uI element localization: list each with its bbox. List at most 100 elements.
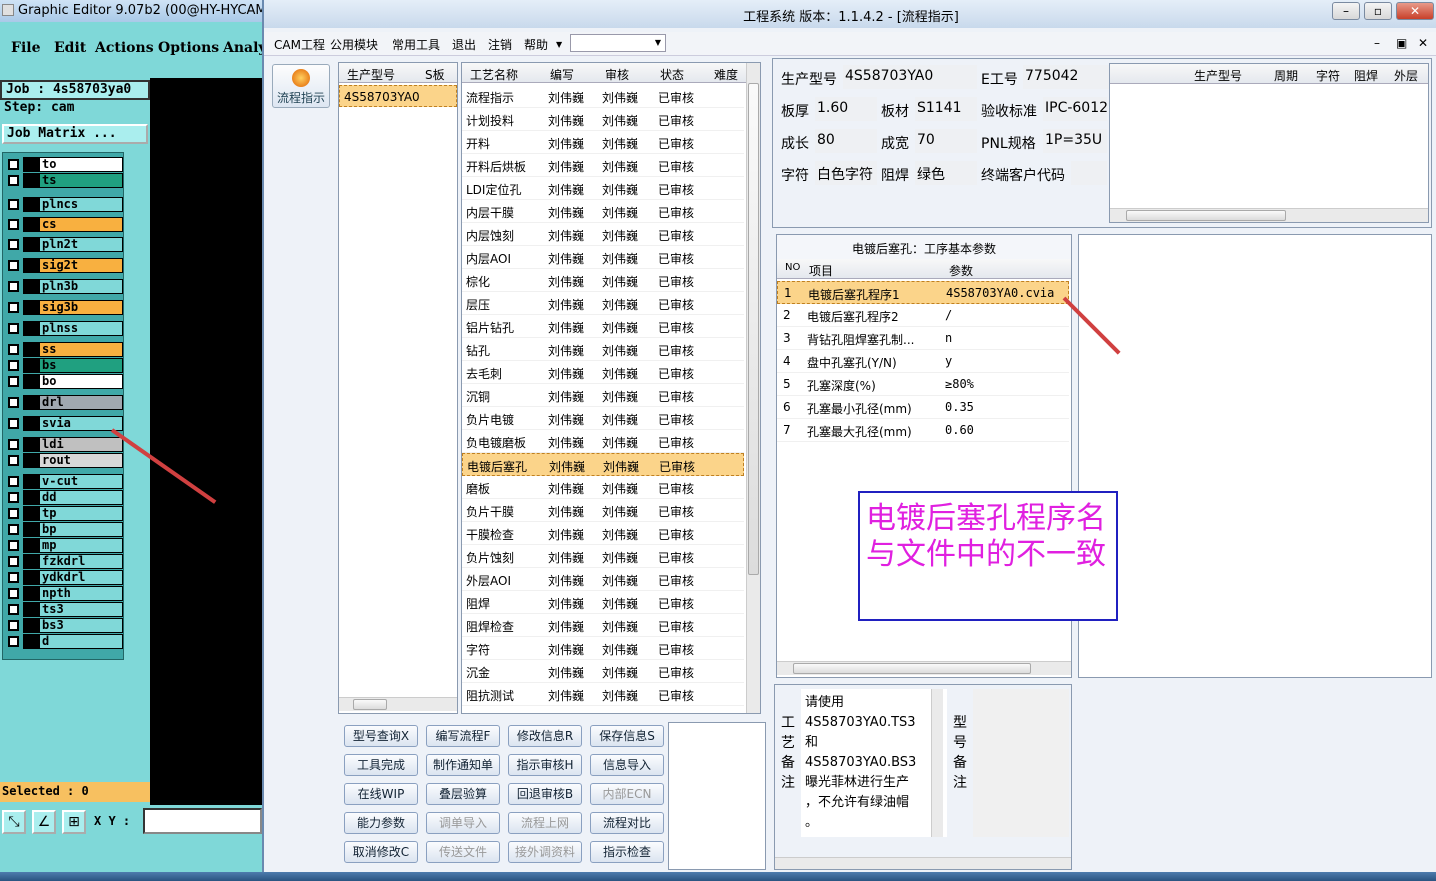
layer-row-cs[interactable]: cs <box>5 217 123 232</box>
layer-row-tp[interactable]: tp <box>5 506 123 521</box>
craft-remark-text[interactable]: 请使用 4S58703YA0.TS3 和 4S58703YA0.BS3 曝光菲林进行生产… <box>801 689 947 837</box>
layer-row-dd[interactable]: dd <box>5 490 123 505</box>
col-status[interactable]: 状态 <box>660 66 684 83</box>
layer-name[interactable]: d <box>39 634 123 649</box>
menu-common-modules[interactable]: 公用模块 <box>330 36 378 53</box>
layer-checkbox[interactable] <box>8 219 19 230</box>
layer-name[interactable]: sig3b <box>39 300 123 315</box>
process-row[interactable]: 沉金 刘伟巍 刘伟巍 已审核 <box>462 660 744 683</box>
action-button[interactable]: 修改信息R <box>508 725 582 747</box>
layer-row-svia[interactable]: svia <box>5 416 123 431</box>
process-row[interactable]: 去毛刺 刘伟巍 刘伟巍 已审核 <box>462 361 744 384</box>
thickness-value[interactable]: 1.60 <box>815 97 877 121</box>
action-button[interactable]: 指示检查 <box>590 841 664 863</box>
layer-name[interactable]: svia <box>39 416 123 431</box>
action-button[interactable]: 内部ECN <box>590 783 664 805</box>
layer-checkbox[interactable] <box>8 604 19 615</box>
layer-checkbox[interactable] <box>8 302 19 313</box>
measure-icon[interactable]: ∠ <box>32 810 56 834</box>
standard-value[interactable]: IPC-6012 <box>1043 97 1107 121</box>
layer-row-sig3b[interactable]: sig3b <box>5 300 123 315</box>
layer-checkbox[interactable] <box>8 492 19 503</box>
col-period[interactable]: 周期 <box>1274 67 1298 84</box>
param-row[interactable]: 5 孔塞深度(%) ≥80% <box>777 373 1069 396</box>
layer-checkbox[interactable] <box>8 508 19 519</box>
layer-name[interactable]: ldi <box>39 437 123 452</box>
layer-name[interactable]: ts <box>39 173 123 188</box>
process-vscroll[interactable] <box>746 63 760 713</box>
layer-row-bs[interactable]: bs <box>5 358 123 373</box>
layer-name[interactable]: pln3b <box>39 279 123 294</box>
layer-row-ydkdrl[interactable]: ydkdrl <box>5 570 123 585</box>
mask-value[interactable]: 绿色 <box>915 161 977 185</box>
layer-checkbox[interactable] <box>8 397 19 408</box>
chevron-down-icon[interactable]: ▼ <box>556 40 562 49</box>
menu-help[interactable]: 帮助 <box>524 36 548 53</box>
layer-name[interactable]: drl <box>39 395 123 410</box>
layer-name[interactable]: pln2t <box>39 237 123 252</box>
layer-name[interactable]: plnss <box>39 321 123 336</box>
param-row[interactable]: 6 孔塞最小孔径(mm) 0.35 <box>777 396 1069 419</box>
layer-name[interactable]: sig2t <box>39 258 123 273</box>
layer-name[interactable]: ydkdrl <box>39 570 123 585</box>
col-difficulty[interactable]: 难度 <box>714 66 738 83</box>
layer-checkbox[interactable] <box>8 360 19 371</box>
layer-name[interactable]: tp <box>39 506 123 521</box>
menu-options[interactable]: Options <box>158 40 219 56</box>
prod-model-value[interactable]: 4S58703YA0 <box>843 65 977 89</box>
col-process-name[interactable]: 工艺名称 <box>470 66 518 83</box>
process-row[interactable]: 内层AOI 刘伟巍 刘伟巍 已审核 <box>462 246 744 269</box>
action-button[interactable]: 指示审核H <box>508 754 582 776</box>
action-button[interactable]: 接外调资料 <box>508 841 582 863</box>
layer-row-to[interactable]: to <box>5 157 123 172</box>
layer-checkbox[interactable] <box>8 455 19 466</box>
process-row[interactable]: 内层蚀刻 刘伟巍 刘伟巍 已审核 <box>462 223 744 246</box>
col-model[interactable]: 生产型号 <box>1194 67 1242 84</box>
col-param[interactable]: 参数 <box>949 262 973 279</box>
action-button[interactable]: 能力参数 <box>344 812 418 834</box>
toolbar-combo[interactable]: ▼ <box>570 34 666 52</box>
layer-checkbox[interactable] <box>8 540 19 551</box>
layer-checkbox[interactable] <box>8 620 19 631</box>
layer-row-ldi[interactable]: ldi <box>5 437 123 452</box>
process-row[interactable]: 外层AOI 刘伟巍 刘伟巍 已审核 <box>462 568 744 591</box>
xy-input[interactable] <box>143 808 262 834</box>
layer-checkbox[interactable] <box>8 439 19 450</box>
process-row[interactable]: 层压 刘伟巍 刘伟巍 已审核 <box>462 292 744 315</box>
layer-name[interactable]: bs3 <box>39 618 123 633</box>
layer-row-ts3[interactable]: ts3 <box>5 602 123 617</box>
process-row[interactable]: 铝片钻孔 刘伟巍 刘伟巍 已审核 <box>462 315 744 338</box>
process-row[interactable]: 字符 刘伟巍 刘伟巍 已审核 <box>462 637 744 660</box>
width-value[interactable]: 70 <box>915 129 977 153</box>
col-char[interactable]: 字符 <box>1316 67 1340 84</box>
layer-row-ts[interactable]: ts <box>5 173 123 188</box>
layer-name[interactable]: mp <box>39 538 123 553</box>
layer-name[interactable]: ss <box>39 342 123 357</box>
menu-edit[interactable]: Edit <box>54 40 86 56</box>
menu-file[interactable]: File <box>11 40 40 56</box>
col-outer[interactable]: 外层 <box>1394 67 1418 84</box>
param-row[interactable]: 3 背钻孔阻焊塞孔制... n <box>777 327 1069 350</box>
layer-checkbox[interactable] <box>8 524 19 535</box>
menu-logout[interactable]: 注销 <box>488 36 512 53</box>
param-row[interactable]: 7 孔塞最大孔径(mm) 0.60 <box>777 419 1069 442</box>
pnl-value[interactable]: 1P=35U <box>1043 129 1107 153</box>
layer-row-bp[interactable]: bp <box>5 522 123 537</box>
minimize-icon[interactable]: – <box>1332 2 1360 20</box>
material-value[interactable]: S1141 <box>915 97 977 121</box>
param-row[interactable]: 4 盘中孔塞孔(Y/N) y <box>777 350 1069 373</box>
col-s-board[interactable]: S板 <box>425 66 445 83</box>
remarks-hscroll[interactable] <box>775 857 1071 869</box>
action-button[interactable]: 流程对比 <box>590 812 664 834</box>
action-button[interactable]: 取消修改C <box>344 841 418 863</box>
layer-row-pln3b[interactable]: pln3b <box>5 279 123 294</box>
job-matrix-button[interactable]: Job Matrix ... <box>2 124 148 144</box>
maximize-icon[interactable]: ▫ <box>1364 2 1392 20</box>
layer-name[interactable]: v-cut <box>39 474 123 489</box>
layer-checkbox[interactable] <box>8 281 19 292</box>
layer-name[interactable]: fzkdrl <box>39 554 123 569</box>
layer-row-plnss[interactable]: plnss <box>5 321 123 336</box>
process-row[interactable]: 负电镀磨板 刘伟巍 刘伟巍 已审核 <box>462 430 744 453</box>
action-button[interactable]: 信息导入 <box>590 754 664 776</box>
model-remark-text[interactable] <box>973 689 1069 837</box>
